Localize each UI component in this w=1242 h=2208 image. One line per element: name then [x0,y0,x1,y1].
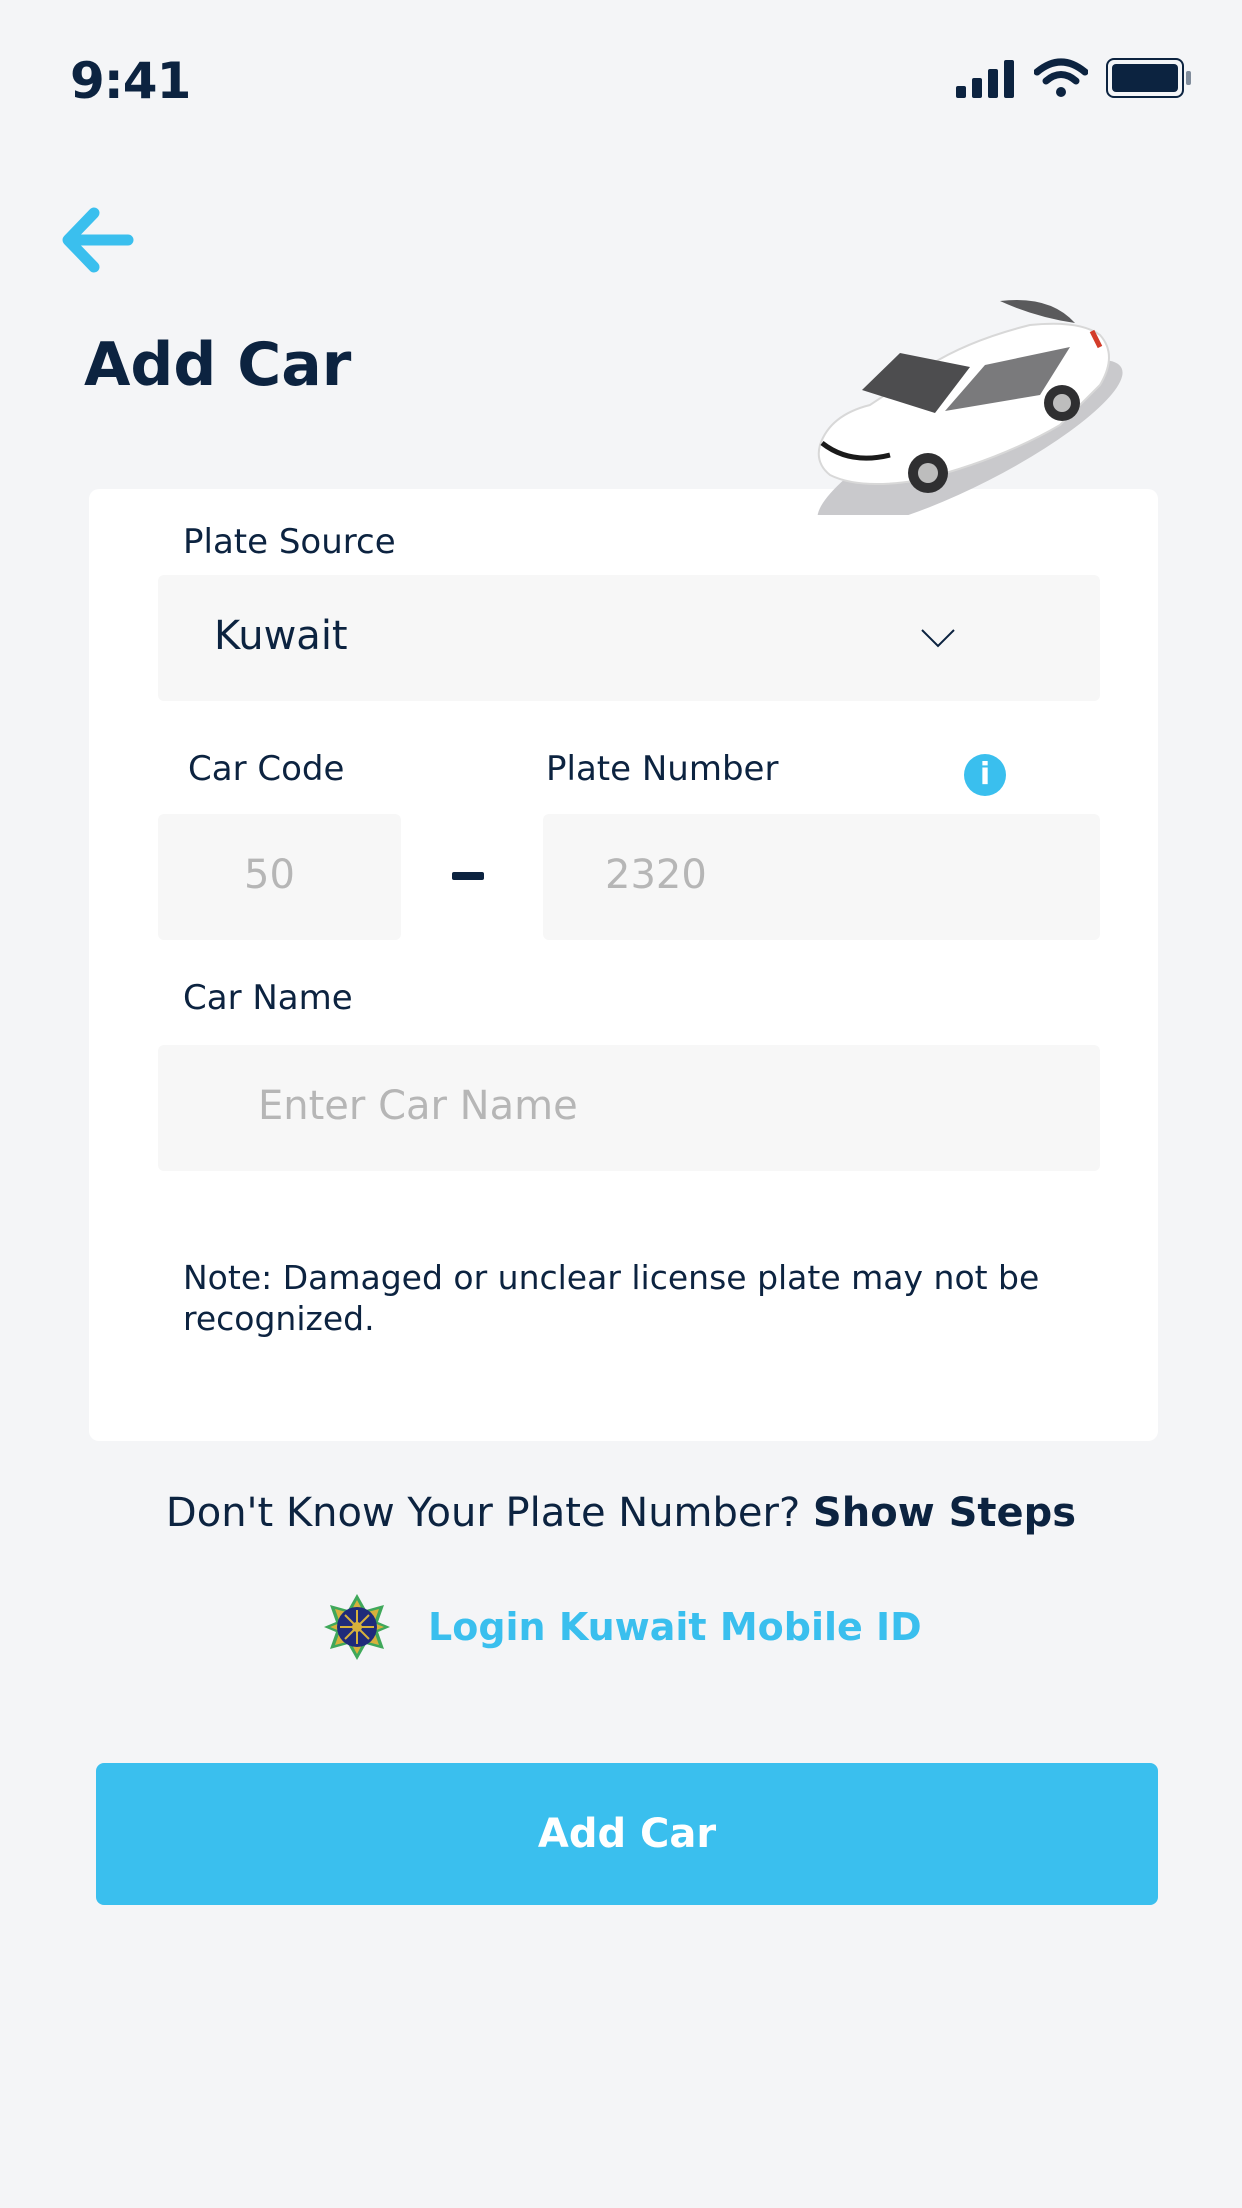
car-name-input[interactable]: Enter Car Name [158,1045,1100,1171]
kuwait-mobile-id-logo-icon [324,1594,390,1660]
add-car-button[interactable]: Add Car [96,1763,1158,1905]
car-code-input[interactable]: 50 [158,814,401,940]
car-code-label: Car Code [188,749,345,789]
kuwait-mobile-id-login[interactable]: Login Kuwait Mobile ID [322,1592,922,1662]
page-title: Add Car [84,330,352,400]
car-name-label: Car Name [183,978,353,1018]
car-code-value: 50 [244,852,295,898]
plate-help-line: Don't Know Your Plate Number? Show Steps [0,1490,1242,1536]
plate-separator [452,872,484,880]
signal-icon [956,60,1014,98]
info-icon[interactable]: i [964,754,1006,796]
status-time: 9:41 [70,52,191,110]
status-icons [956,58,1192,98]
wifi-icon [1034,58,1088,97]
recognition-note: Note: Damaged or unclear license plate m… [183,1258,1040,1338]
plate-source-label: Plate Source [183,522,396,562]
plate-source-value: Kuwait [214,613,348,659]
chevron-down-icon [921,629,955,648]
plate-number-label: Plate Number [546,749,779,789]
plate-help-question: Don't Know Your Plate Number? [165,1490,801,1536]
battery-icon [1106,58,1191,98]
car-illustration [817,299,1123,515]
plate-number-input[interactable]: 2320 [543,814,1100,940]
car-name-placeholder: Enter Car Name [258,1083,578,1129]
plate-source-select[interactable]: Kuwait [158,575,1100,701]
back-arrow-icon[interactable] [58,205,136,275]
kuwait-mobile-id-label: Login Kuwait Mobile ID [428,1605,922,1649]
show-steps-link[interactable]: Show Steps [813,1490,1076,1536]
plate-number-value: 2320 [605,852,707,898]
